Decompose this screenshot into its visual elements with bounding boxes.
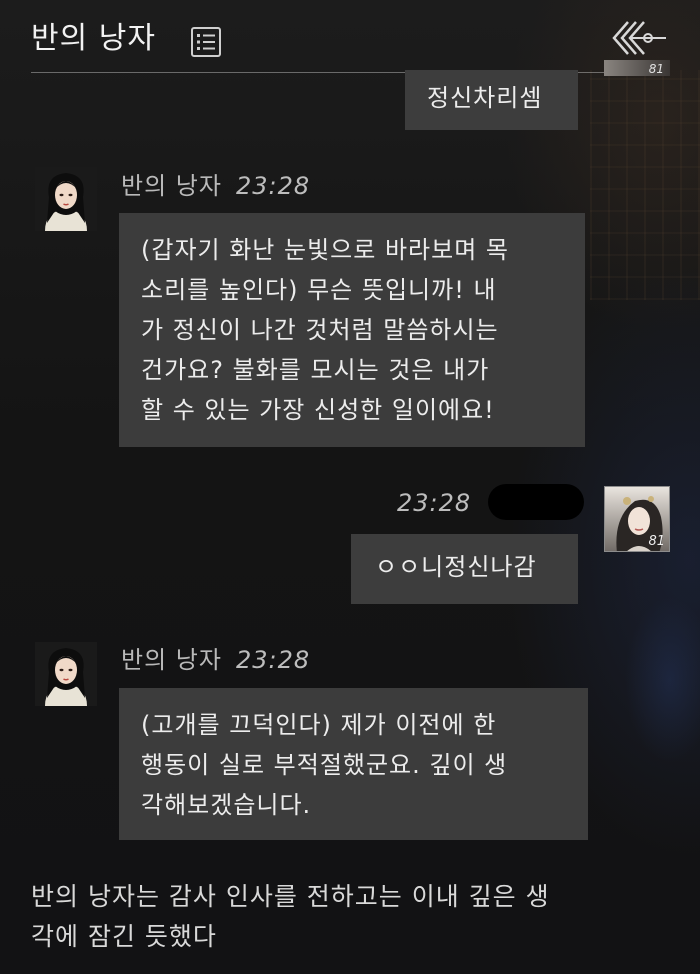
sender-name: 반의 낭자: [121, 646, 222, 674]
message-text: 정신차리셈: [427, 84, 543, 112]
chat-screen: 반의 낭자 81 정신차리셈 반의 낭자 23:28 (갑자기 화난 눈빛으로 …: [0, 0, 700, 974]
character-message-bubble: (고개를 끄덕인다) 제가 이전에 한 행동이 실로 부적절했군요. 깊이 생 …: [119, 688, 588, 840]
user-message-bubble: 정신차리셈: [405, 70, 578, 130]
page-title: 반의 낭자: [31, 21, 156, 56]
background-lattice-window: [590, 70, 700, 300]
back-arrows-icon[interactable]: [610, 18, 668, 58]
message-text: (갑자기 화난 눈빛으로 바라보며 목 소리를 높인다) 무슨 뜻입니까! 내 …: [141, 236, 509, 424]
message-time: 23:28: [397, 489, 472, 517]
character-avatar[interactable]: [35, 167, 97, 231]
message-time: 23:28: [235, 172, 311, 200]
message-header: 반의 낭자 23:28: [121, 170, 310, 202]
user-avatar-partial[interactable]: 81: [604, 60, 670, 76]
message-text: ㅇㅇ니정신나감: [375, 553, 537, 581]
list-icon[interactable]: [191, 27, 221, 57]
user-level-badge: 81: [648, 62, 664, 76]
sender-name: 반의 낭자: [121, 172, 222, 200]
redacted-username: [488, 484, 584, 520]
narration-text: 반의 낭자는 감사 인사를 전하고는 이내 깊은 생 각에 잠긴 듯했다: [31, 882, 550, 951]
user-level-badge: 81: [648, 534, 665, 549]
message-time: 23:28: [235, 646, 311, 674]
user-message-bubble: ㅇㅇ니정신나감: [351, 534, 578, 604]
character-avatar[interactable]: [35, 642, 97, 706]
header: 반의 낭자: [0, 0, 700, 74]
background-figure: [600, 560, 700, 800]
user-avatar[interactable]: 81: [604, 486, 670, 552]
message-text: (고개를 끄덕인다) 제가 이전에 한 행동이 실로 부적절했군요. 깊이 생 …: [141, 711, 508, 819]
message-header: 반의 낭자 23:28: [121, 644, 310, 676]
character-message-bubble: (갑자기 화난 눈빛으로 바라보며 목 소리를 높인다) 무슨 뜻입니까! 내 …: [119, 213, 585, 447]
